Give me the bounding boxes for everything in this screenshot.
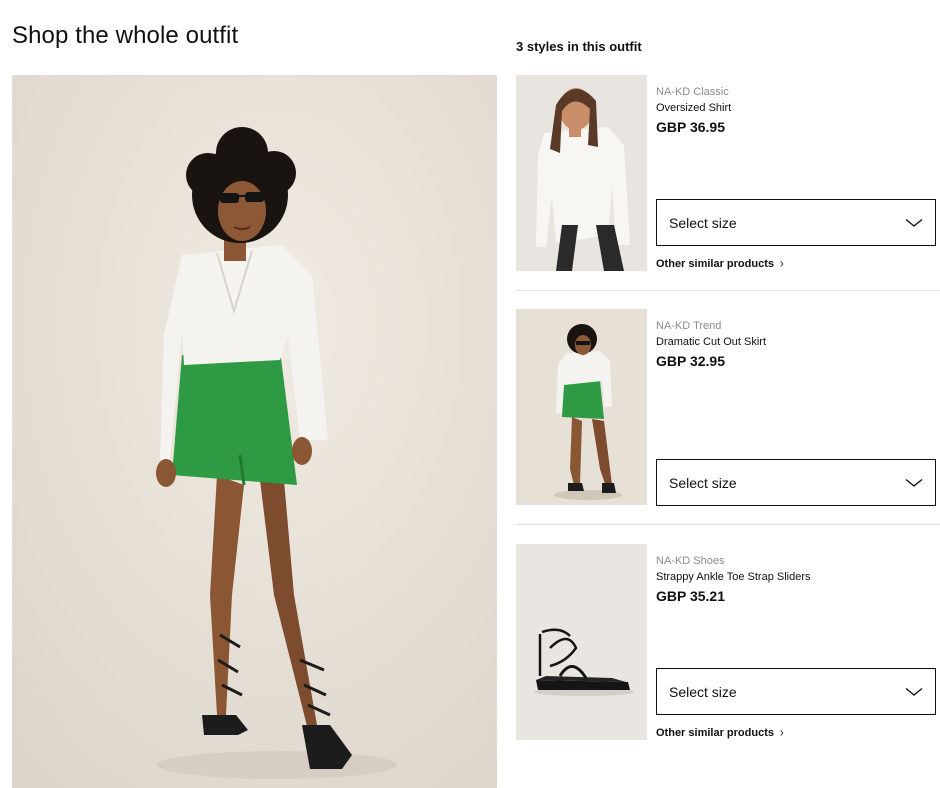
product-image-shirt[interactable] <box>516 75 647 271</box>
size-select-label: Select size <box>669 474 737 491</box>
sliders-thumbnail <box>516 544 647 740</box>
size-select-skirt[interactable]: Select size <box>656 459 936 506</box>
product-price: GBP 35.21 <box>656 588 726 604</box>
size-select-label: Select size <box>669 683 737 700</box>
product-divider <box>516 290 940 291</box>
chevron-down-icon <box>905 478 923 487</box>
outfit-count-heading: 3 styles in this outfit <box>516 39 642 54</box>
product-card-sliders: NA-KD Shoes Strappy Ankle Toe Strap Slid… <box>516 544 940 744</box>
size-select-label: Select size <box>669 214 737 231</box>
product-brand: NA-KD Shoes <box>656 555 725 567</box>
product-card-skirt: NA-KD Trend Dramatic Cut Out Skirt GBP 3… <box>516 309 940 509</box>
similar-link-label: Other similar products <box>656 258 774 270</box>
product-name[interactable]: Dramatic Cut Out Skirt <box>656 336 766 348</box>
chevron-right-icon: › <box>779 256 784 272</box>
hero-outfit-image <box>12 75 497 788</box>
size-select-sliders[interactable]: Select size <box>656 668 936 715</box>
product-name[interactable]: Strappy Ankle Toe Strap Sliders <box>656 571 811 583</box>
skirt-thumbnail <box>516 309 647 505</box>
product-card-shirt: NA-KD Classic Oversized Shirt GBP 36.95 … <box>516 75 940 275</box>
chevron-down-icon <box>905 218 923 227</box>
product-image-skirt[interactable] <box>516 309 647 505</box>
chevron-right-icon: › <box>779 725 784 741</box>
product-name[interactable]: Oversized Shirt <box>656 102 731 114</box>
product-price: GBP 32.95 <box>656 353 726 369</box>
size-select-shirt[interactable]: Select size <box>656 199 936 246</box>
similar-link-label: Other similar products <box>656 727 774 739</box>
other-similar-products-link[interactable]: Other similar products › <box>656 256 784 272</box>
product-price: GBP 36.95 <box>656 119 726 135</box>
product-brand: NA-KD Classic <box>656 86 729 98</box>
product-image-sliders[interactable] <box>516 544 647 740</box>
shirt-thumbnail <box>516 75 647 271</box>
product-divider <box>516 524 940 525</box>
product-brand: NA-KD Trend <box>656 320 722 332</box>
other-similar-products-link[interactable]: Other similar products › <box>656 725 784 741</box>
model-illustration <box>12 75 497 788</box>
page-title: Shop the whole outfit <box>12 22 239 49</box>
chevron-down-icon <box>905 687 923 696</box>
